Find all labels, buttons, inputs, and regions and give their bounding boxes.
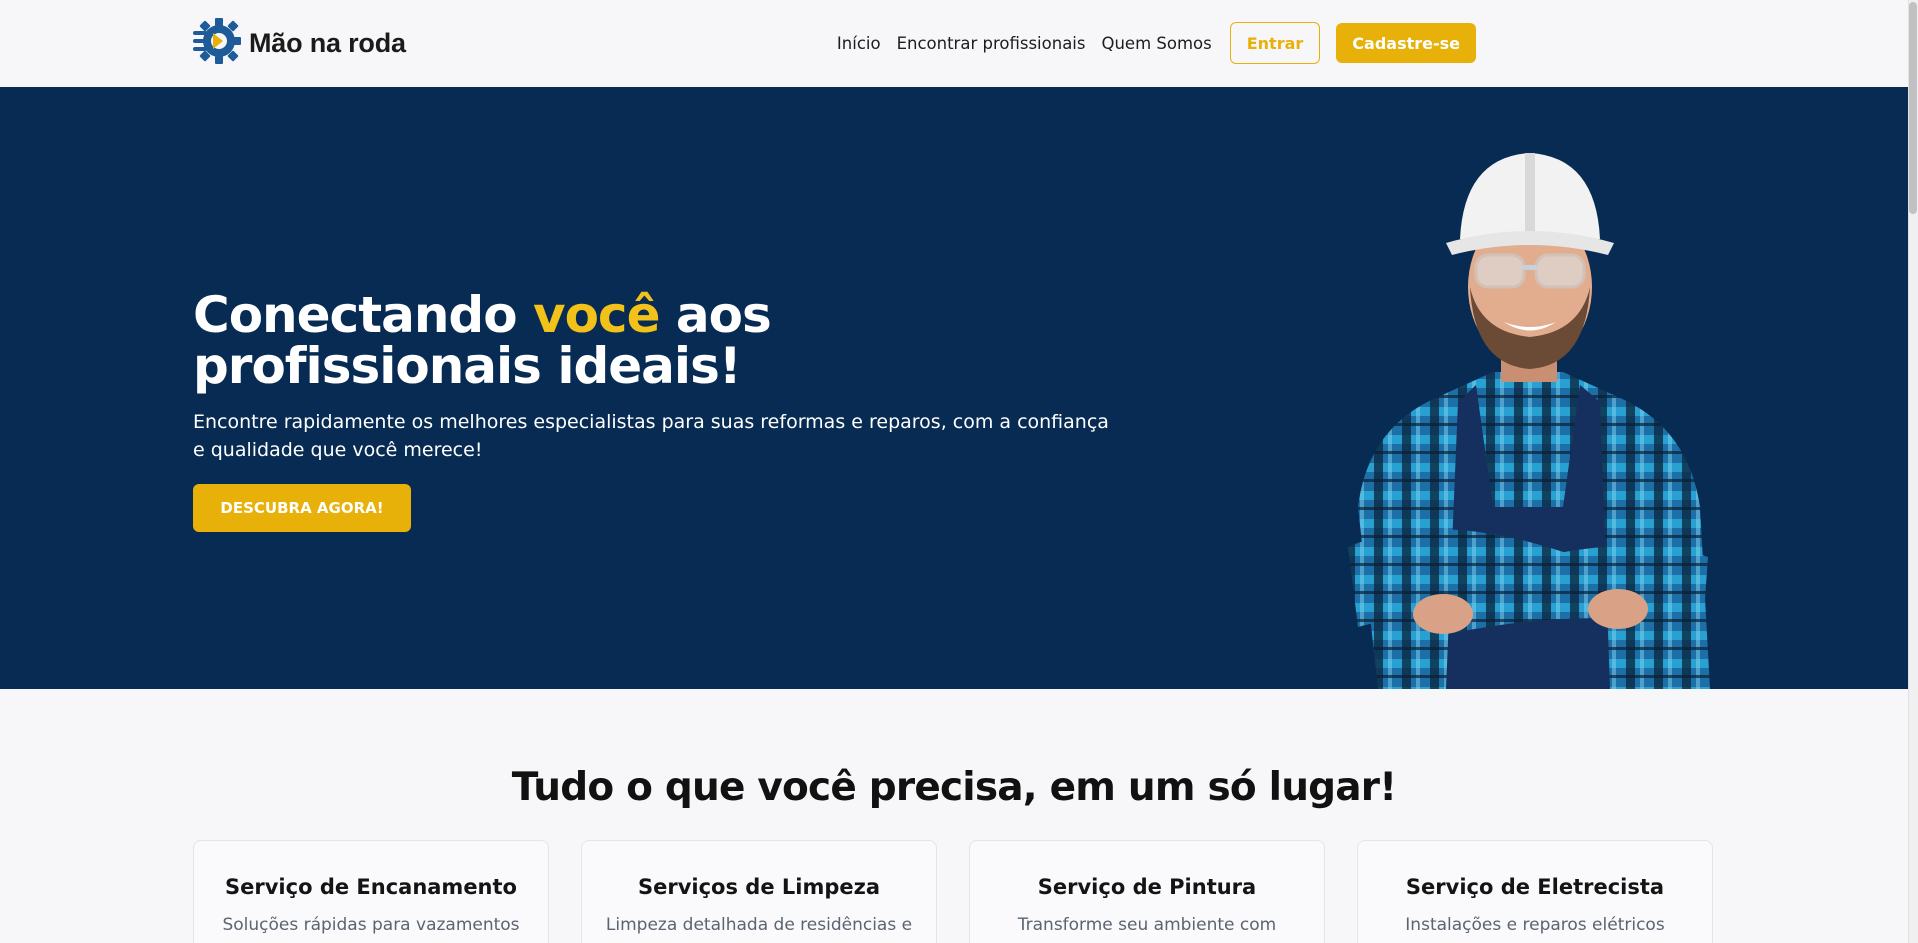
service-card-cleaning[interactable]: Serviços de Limpeza Limpeza detalhada de… (581, 840, 937, 943)
services-cards: Serviço de Encanamento Soluções rápidas … (193, 840, 1714, 943)
services-title: Tudo o que você precisa, em um só lugar! (511, 765, 1397, 810)
nav-link-quem-somos[interactable]: Quem Somos (1101, 34, 1211, 53)
hero-title-accent: você (532, 286, 660, 344)
service-card-desc: Transforme seu ambiente com (1017, 915, 1277, 935)
service-card-desc: Limpeza detalhada de residências e (605, 915, 913, 935)
site-header: Mão na roda Início Encontrar profissiona… (0, 0, 1908, 87)
hero-title-part1: Conectando (193, 286, 533, 344)
main-nav: Início Encontrar profissionais Quem Somo… (837, 22, 1476, 64)
nav-link-encontrar-profissionais[interactable]: Encontrar profissionais (897, 34, 1086, 53)
nav-link-inicio[interactable]: Início (837, 34, 881, 53)
brand-name: Mão na roda (249, 27, 406, 58)
service-card-electrician[interactable]: Serviço de Eletrecista Instalações e rep… (1357, 840, 1713, 943)
service-card-plumbing[interactable]: Serviço de Encanamento Soluções rápidas … (193, 840, 549, 943)
service-card-title: Serviço de Eletrecista (1405, 875, 1665, 899)
service-card-desc: Soluções rápidas para vazamentos (222, 915, 520, 935)
brand[interactable]: Mão na roda (193, 17, 406, 69)
service-card-painting[interactable]: Serviço de Pintura Transforme seu ambien… (969, 840, 1325, 943)
discover-now-button[interactable]: DESCUBRA AGORA! (193, 484, 411, 532)
login-button[interactable]: Entrar (1229, 22, 1321, 64)
service-card-title: Serviços de Limpeza (637, 875, 880, 899)
service-card-title: Serviço de Encanamento (225, 875, 517, 899)
service-card-title: Serviço de Pintura (1037, 875, 1257, 899)
vertical-scrollbar[interactable] (1908, 0, 1918, 943)
scrollbar-thumb[interactable] (1909, 2, 1917, 214)
hero-subtitle: Encontre rapidamente os melhores especia… (193, 411, 1109, 461)
signup-button[interactable]: Cadastre-se (1336, 23, 1476, 63)
service-card-desc: Instalações e reparos elétricos (1405, 915, 1665, 935)
worker-photo (1318, 127, 1738, 689)
hero-section: Conectando você aos profissionais ideais… (0, 87, 1908, 689)
hero-title: Conectando você aos profissionais ideais… (193, 290, 1113, 392)
gear-hand-logo-icon (193, 16, 241, 71)
